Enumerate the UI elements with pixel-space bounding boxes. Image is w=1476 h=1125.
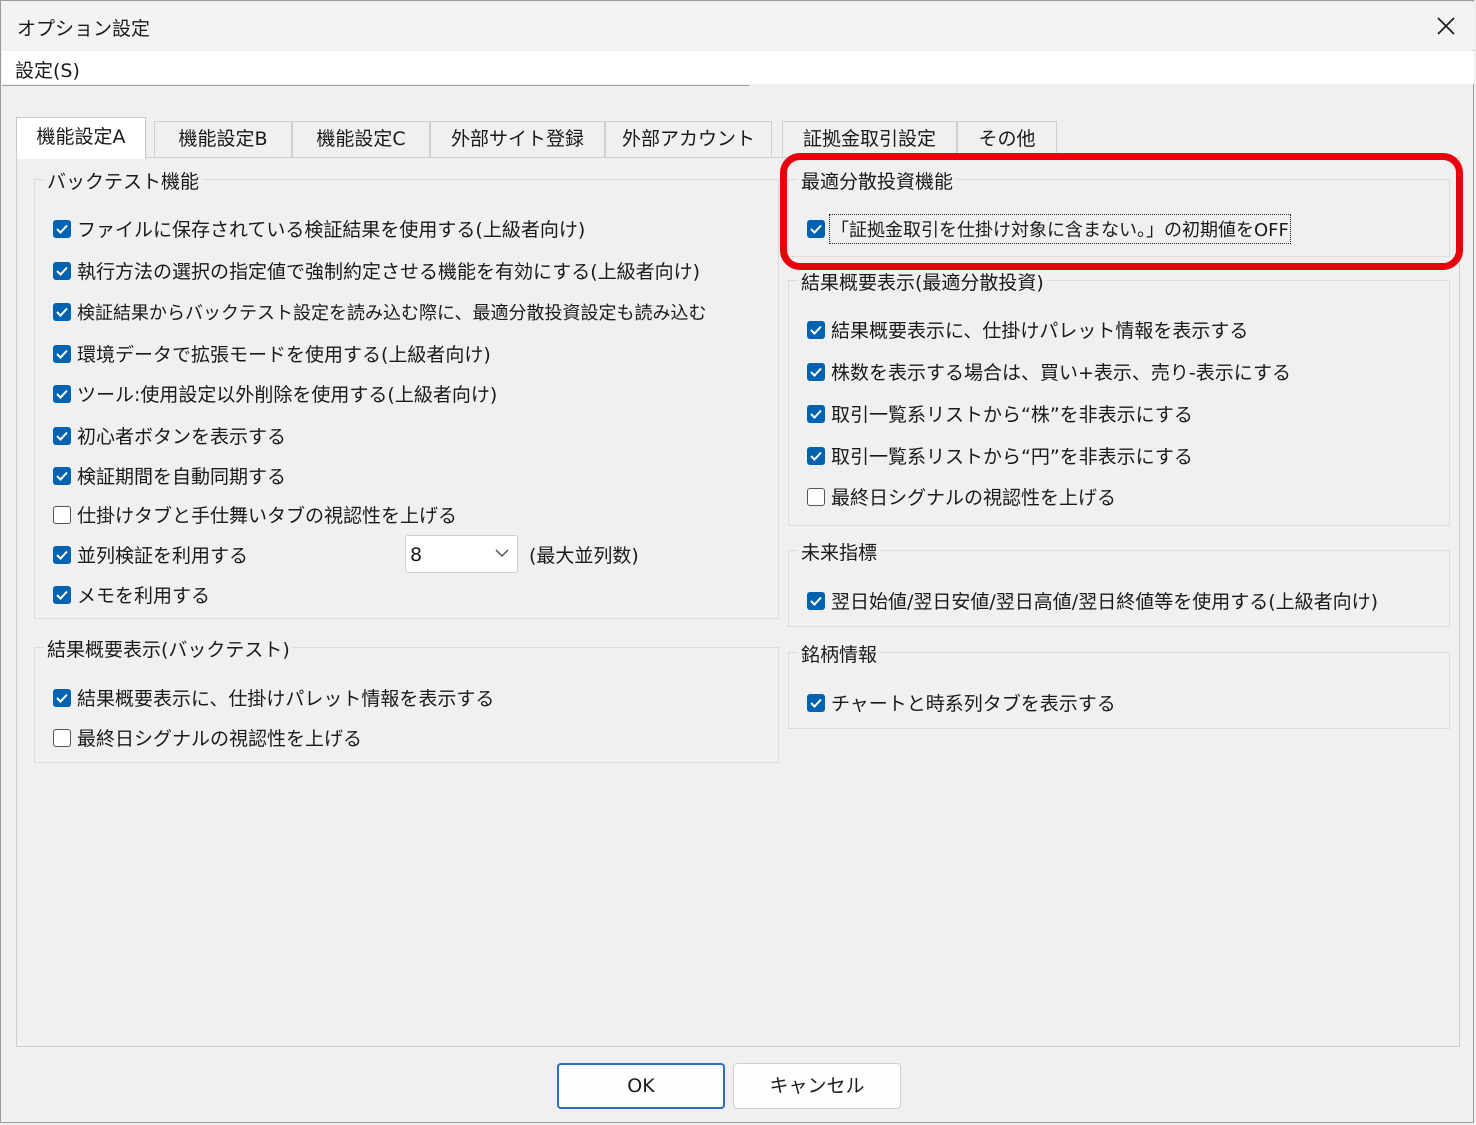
close-icon (1437, 17, 1455, 35)
tab-function-b[interactable]: 機能設定B (154, 121, 292, 158)
checkbox-checked-icon (807, 362, 825, 381)
group-title-summary-backtest: 結果概要表示(バックテスト) (44, 635, 293, 662)
checkbox-label: 環境データで拡張モードを使用する(上級者向け) (77, 344, 491, 366)
highlight-annotation (780, 153, 1463, 270)
checkbox-label: 初心者ボタンを表示する (77, 426, 287, 448)
checkbox-checked-icon (53, 261, 71, 280)
checkbox-checked-icon (807, 404, 825, 423)
checkbox-unchecked-icon (53, 505, 71, 524)
checkbox-checked-icon (807, 591, 825, 610)
checkbox-summary-backtest-2[interactable]: 最終日シグナルの視認性を上げる (53, 724, 362, 751)
checkbox-checked-icon (807, 693, 825, 712)
checkbox-summary-optimal-2[interactable]: 株数を表示する場合は、買い+表示、売り-表示にする (807, 358, 1291, 385)
parallel-count-value: 8 (410, 544, 423, 566)
checkbox-summary-optimal-4[interactable]: 取引一覧系リストから“円”を非表示にする (807, 442, 1193, 469)
checkbox-checked-icon (53, 384, 71, 403)
checkbox-checked-icon (53, 426, 71, 445)
group-title-stock-info: 銘柄情報 (798, 640, 881, 667)
parallel-count-suffix: (最大並列数) (529, 545, 639, 567)
checkbox-backtest-5[interactable]: ツール:使用設定以外削除を使用する(上級者向け) (53, 380, 497, 407)
checkbox-summary-optimal-5[interactable]: 最終日シグナルの視認性を上げる (807, 483, 1116, 510)
options-dialog: オプション設定 設定(S) 機能設定A 機能設定B 機能設定C 外部サイト登録 … (0, 0, 1474, 1123)
tab-function-c[interactable]: 機能設定C (292, 121, 430, 158)
checkbox-label: ファイルに保存されている検証結果を使用する(上級者向け) (77, 219, 586, 241)
checkbox-label: 結果概要表示に、仕掛けパレット情報を表示する (77, 688, 495, 710)
checkbox-backtest-3[interactable]: 検証結果からバックテスト設定を読み込む際に、最適分散投資設定も読み込む (53, 299, 706, 325)
checkbox-label: 取引一覧系リストから“株”を非表示にする (831, 404, 1193, 426)
checkbox-label: メモを利用する (77, 585, 211, 607)
checkbox-checked-icon (807, 320, 825, 339)
chevron-down-icon (495, 549, 509, 558)
checkbox-checked-icon (53, 344, 71, 363)
checkbox-label: 株数を表示する場合は、買い+表示、売り-表示にする (831, 362, 1291, 384)
checkbox-label: 検証期間を自動同期する (77, 466, 287, 488)
checkbox-backtest-2[interactable]: 執行方法の選択の指定値で強制約定させる機能を有効にする(上級者向け) (53, 257, 700, 284)
checkbox-summary-optimal-3[interactable]: 取引一覧系リストから“株”を非表示にする (807, 400, 1193, 427)
checkbox-label: ツール:使用設定以外削除を使用する(上級者向け) (77, 384, 498, 406)
checkbox-label: 取引一覧系リストから“円”を非表示にする (831, 446, 1193, 468)
ok-button[interactable]: OK (557, 1063, 725, 1109)
checkbox-checked-icon (53, 303, 71, 321)
checkbox-label: 翌日始値/翌日安値/翌日高値/翌日終値等を使用する(上級者向け) (831, 591, 1379, 613)
checkbox-backtest-parallel[interactable]: 並列検証を利用する (53, 541, 248, 568)
menu-bar: 設定(S) (2, 51, 1474, 84)
window-title: オプション設定 (17, 18, 151, 40)
checkbox-label: チャートと時系列タブを表示する (831, 693, 1116, 715)
checkbox-unchecked-icon (53, 728, 71, 747)
menu-divider (2, 85, 749, 86)
tab-external-account[interactable]: 外部アカウント (605, 121, 772, 158)
parallel-count-select[interactable]: 8 (405, 535, 518, 573)
checkbox-stock-info-1[interactable]: チャートと時系列タブを表示する (807, 689, 1116, 716)
tab-function-a[interactable]: 機能設定A (16, 117, 146, 159)
checkbox-backtest-7[interactable]: 検証期間を自動同期する (53, 462, 286, 489)
checkbox-summary-optimal-1[interactable]: 結果概要表示に、仕掛けパレット情報を表示する (807, 316, 1248, 343)
checkbox-label: 並列検証を利用する (77, 545, 249, 567)
checkbox-backtest-memo[interactable]: メモを利用する (53, 581, 210, 608)
checkbox-checked-icon (53, 688, 71, 707)
checkbox-backtest-1[interactable]: ファイルに保存されている検証結果を使用する(上級者向け) (53, 215, 585, 242)
checkbox-backtest-4[interactable]: 環境データで拡張モードを使用する(上級者向け) (53, 340, 491, 367)
checkbox-label: 最終日シグナルの視認性を上げる (77, 728, 363, 750)
checkbox-backtest-8[interactable]: 仕掛けタブと手仕舞いタブの視認性を上げる (53, 501, 457, 528)
checkbox-checked-icon (53, 466, 71, 485)
checkbox-label: 結果概要表示に、仕掛けパレット情報を表示する (831, 320, 1249, 342)
group-title-backtest: バックテスト機能 (44, 167, 203, 194)
checkbox-label: 検証結果からバックテスト設定を読み込む際に、最適分散投資設定も読み込む (77, 303, 707, 324)
cancel-button[interactable]: キャンセル (733, 1063, 901, 1109)
checkbox-backtest-6[interactable]: 初心者ボタンを表示する (53, 422, 286, 449)
tab-external-site[interactable]: 外部サイト登録 (430, 121, 605, 158)
group-title-future: 未来指標 (798, 538, 881, 565)
menu-settings[interactable]: 設定(S) (15, 56, 80, 83)
checkbox-unchecked-icon (807, 487, 825, 506)
checkbox-label: 執行方法の選択の指定値で強制約定させる機能を有効にする(上級者向け) (77, 261, 701, 283)
checkbox-summary-backtest-1[interactable]: 結果概要表示に、仕掛けパレット情報を表示する (53, 684, 494, 711)
checkbox-label: 仕掛けタブと手仕舞いタブの視認性を上げる (77, 505, 458, 527)
checkbox-checked-icon (53, 545, 71, 564)
checkbox-label: 最終日シグナルの視認性を上げる (831, 487, 1117, 509)
checkbox-checked-icon (53, 219, 71, 238)
title-bar: オプション設定 (2, 2, 1474, 50)
checkbox-future-1[interactable]: 翌日始値/翌日安値/翌日高値/翌日終値等を使用する(上級者向け) (807, 587, 1378, 614)
checkbox-checked-icon (807, 446, 825, 465)
close-button[interactable] (1418, 2, 1474, 50)
checkbox-checked-icon (53, 585, 71, 604)
group-title-summary-optimal: 結果概要表示(最適分散投資) (798, 268, 1047, 295)
